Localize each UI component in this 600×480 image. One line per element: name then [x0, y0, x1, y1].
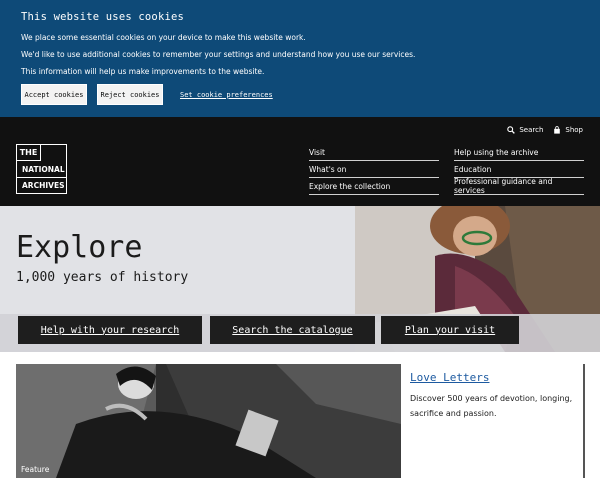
- search-label: Search: [519, 126, 544, 134]
- logo-line-archives: ARCHIVES: [22, 181, 65, 190]
- nav-item-whats-on[interactable]: What's on: [309, 161, 439, 178]
- logo-divider: [17, 177, 66, 178]
- plan-visit-button[interactable]: Plan your visit: [381, 316, 519, 344]
- logo-line-national: NATIONAL: [22, 165, 65, 174]
- cookie-banner-title: This website uses cookies: [21, 11, 185, 23]
- feature-card[interactable]: Feature Love Letters Discover 500 years …: [16, 364, 585, 478]
- feature-tag: Feature: [21, 465, 50, 474]
- cookie-preferences-link[interactable]: Set cookie preferences: [180, 91, 273, 99]
- help-with-research-button[interactable]: Help with your research: [18, 316, 202, 344]
- cookie-banner-text-3: This information will help us make impro…: [21, 67, 265, 76]
- feature-photo-woman-reading: [16, 364, 401, 478]
- hero-subtitle: 1,000 years of history: [16, 270, 189, 285]
- cookie-banner-text-2: We'd like to use additional cookies to r…: [21, 50, 416, 59]
- shop-label: Shop: [565, 126, 583, 134]
- search-link[interactable]: Search: [507, 126, 543, 134]
- reject-cookies-button[interactable]: Reject cookies: [97, 84, 163, 105]
- feature-title-link[interactable]: Love Letters: [410, 371, 489, 384]
- primary-nav-column-2: Help using the archive Education Profess…: [454, 144, 584, 195]
- cookie-banner-text-1: We place some essential cookies on your …: [21, 33, 306, 42]
- logo-line-the: THE: [17, 145, 41, 161]
- feature-image: [16, 364, 401, 478]
- cookie-banner: This website uses cookies We place some …: [0, 0, 600, 117]
- nav-item-professional-guidance[interactable]: Professional guidance and services: [454, 177, 584, 195]
- hero-title: Explore: [16, 230, 143, 265]
- nav-item-education[interactable]: Education: [454, 161, 584, 178]
- shop-link[interactable]: Shop: [553, 126, 583, 134]
- site-header: Search Shop THE NATIONAL ARCHIVES Visit …: [0, 117, 600, 206]
- cookie-actions: Accept cookies Reject cookies Set cookie…: [21, 84, 579, 105]
- national-archives-logo[interactable]: THE NATIONAL ARCHIVES: [16, 144, 67, 194]
- feature-description: Discover 500 years of devotion, longing,…: [410, 394, 573, 418]
- utility-nav: Search Shop: [497, 126, 583, 134]
- nav-item-explore-collection[interactable]: Explore the collection: [309, 178, 439, 195]
- primary-nav-column-1: Visit What's on Explore the collection: [309, 144, 439, 195]
- hero-banner: Explore 1,000 years of history Help with…: [0, 206, 600, 352]
- shopping-bag-icon: [554, 126, 561, 134]
- search-catalogue-button[interactable]: Search the catalogue: [210, 316, 375, 344]
- accept-cookies-button[interactable]: Accept cookies: [21, 84, 87, 105]
- nav-item-help-using-archive[interactable]: Help using the archive: [454, 144, 584, 161]
- nav-item-visit[interactable]: Visit: [309, 144, 439, 161]
- search-icon: [507, 126, 516, 134]
